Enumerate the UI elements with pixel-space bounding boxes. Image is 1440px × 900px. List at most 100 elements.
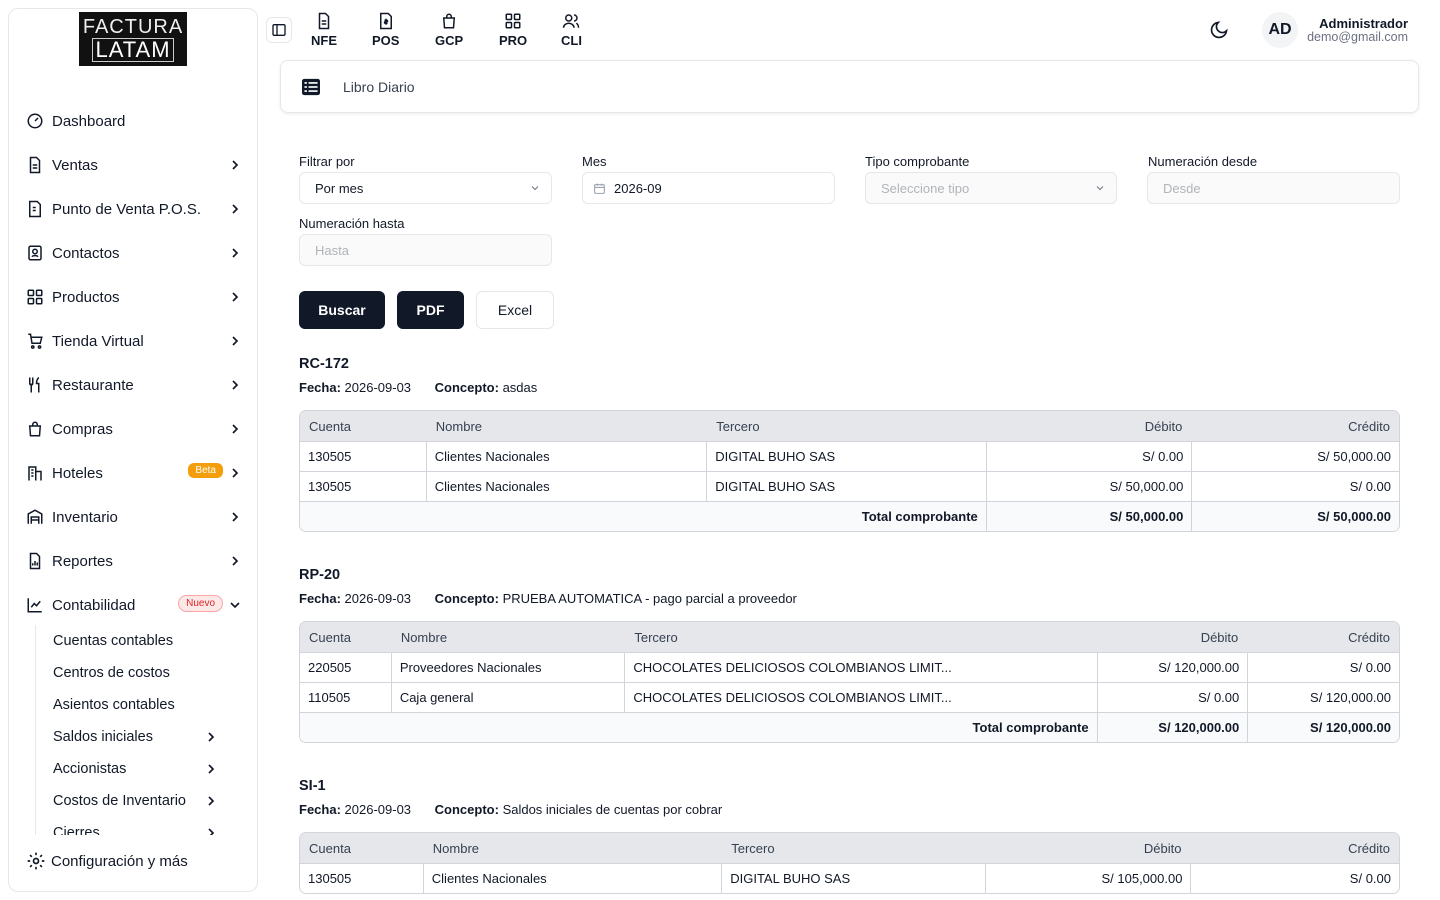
submenu-item-label: Saldos iniciales: [53, 729, 153, 745]
top-bar: NFE POS GCP PRO CLI AD Administrador dem…: [264, 0, 1440, 56]
concepto-label: Concepto:: [434, 591, 499, 606]
module-cli[interactable]: CLI: [561, 12, 582, 48]
filtrar-value: Por mes: [315, 180, 364, 196]
sidebar-toggle-button[interactable]: [266, 17, 292, 43]
entry-fecha: 2026-09-03: [344, 380, 412, 395]
sidebar-item-label: Contabilidad: [52, 596, 136, 614]
total-debito: S/ 50,000.00: [985, 501, 1192, 531]
hasta-input[interactable]: Hasta: [299, 234, 552, 266]
sidebar-item-dashboard[interactable]: Dashboard: [9, 99, 257, 143]
warehouse-icon: [26, 508, 44, 526]
app-logo[interactable]: FACTURA LATAM: [79, 12, 187, 66]
col-credito: Crédito: [1247, 622, 1399, 652]
desde-label: Numeración desde: [1148, 154, 1258, 169]
sidebar-item-contabilidad[interactable]: Contabilidad Nuevo: [9, 583, 257, 627]
filtrar-select[interactable]: Por mes: [299, 172, 552, 204]
sidebar-item-ventas[interactable]: Ventas: [9, 143, 257, 187]
total-row: Total comprobante S/ 50,000.00 S/ 50,000…: [300, 501, 1399, 531]
sidebar: FACTURA LATAM Dashboard Ventas Punto de …: [8, 8, 258, 892]
cell-credito: S/ 50,000.00: [1191, 441, 1399, 471]
cell-nombre: Proveedores Nacionales: [390, 652, 625, 682]
submenu-item-label: Cuentas contables: [53, 633, 174, 649]
total-label: Total comprobante: [300, 501, 986, 531]
cell-cuenta: 220505: [300, 652, 391, 682]
submenu-item-asientos-contables[interactable]: Asientos contables: [36, 689, 235, 721]
col-debito: Débito: [984, 833, 1191, 863]
desde-input[interactable]: Desde: [1147, 172, 1400, 204]
filtrar-label: Filtrar por: [299, 154, 355, 169]
document-icon: [26, 156, 44, 174]
sidebar-item-configuracion[interactable]: Configuración y más: [26, 851, 188, 871]
entry-concepto: asdas: [502, 380, 538, 395]
module-nfe[interactable]: NFE: [311, 12, 337, 48]
users-icon: [563, 14, 580, 28]
col-tercero: Tercero: [706, 411, 986, 441]
submenu-item-costos-de-inventario[interactable]: Costos de Inventario: [36, 785, 235, 817]
cell-debito: S/ 105,000.00: [984, 863, 1191, 893]
cell-credito: S/ 0.00: [1191, 471, 1399, 501]
module-pro[interactable]: PRO: [499, 12, 527, 48]
excel-button[interactable]: Excel: [476, 291, 554, 329]
submenu-item-label: Cierres: [53, 825, 100, 835]
desde-placeholder: Desde: [1163, 180, 1201, 196]
submenu-item-saldos-iniciales[interactable]: Saldos iniciales: [36, 721, 235, 753]
sidebar-item-label: Compras: [52, 420, 113, 438]
sidebar-item-productos[interactable]: Productos: [9, 275, 257, 319]
page-header: Libro Diario: [280, 60, 1419, 113]
submenu-item-cuentas-contables[interactable]: Cuentas contables: [36, 625, 235, 657]
pdf-button[interactable]: PDF: [397, 291, 464, 329]
gear-icon: [27, 852, 45, 870]
submenu-item-accionistas[interactable]: Accionistas: [36, 753, 235, 785]
submenu-item-cierres[interactable]: Cierres: [36, 817, 235, 835]
entry-meta: Fecha: 2026-09-03 Concepto: Saldos inici…: [299, 802, 1400, 817]
sidebar-item-compras[interactable]: Compras: [9, 407, 257, 451]
chevron-right-icon: [232, 512, 239, 522]
tipo-select[interactable]: Seleccione tipo: [865, 172, 1117, 204]
sidebar-item-reportes[interactable]: Reportes: [9, 539, 257, 583]
fecha-label: Fecha:: [299, 380, 341, 395]
sidebar-item-label: Restaurante: [52, 376, 134, 394]
chevron-down-icon: [531, 186, 539, 191]
cell-credito: S/ 120,000.00: [1247, 682, 1399, 712]
list-icon: [302, 78, 320, 95]
entry-meta: Fecha: 2026-09-03 Concepto: PRUEBA AUTOM…: [299, 591, 1400, 606]
chevron-right-icon: [232, 160, 239, 170]
tipo-label: Tipo comprobante: [865, 154, 970, 169]
avatar[interactable]: AD: [1262, 12, 1298, 48]
grid-icon: [26, 288, 44, 306]
submenu-item-label: Asientos contables: [53, 697, 175, 713]
submenu-item-centros-de-costos[interactable]: Centros de costos: [36, 657, 235, 689]
mes-value: 2026-09: [614, 180, 662, 196]
sidebar-item-contactos[interactable]: Contactos: [9, 231, 257, 275]
mes-label: Mes: [582, 154, 607, 169]
hasta-placeholder: Hasta: [315, 242, 349, 258]
sidebar-item-tienda-virtual[interactable]: Tienda Virtual: [9, 319, 257, 363]
receipt-icon: [26, 200, 44, 218]
user-name: Administrador: [1319, 16, 1408, 31]
col-nombre: Nombre: [422, 833, 722, 863]
moon-icon[interactable]: [1209, 20, 1229, 40]
chart-icon: [26, 596, 44, 614]
contacts-icon: [26, 244, 44, 262]
user-info[interactable]: Administrador demo@gmail.com: [1307, 17, 1408, 44]
sidebar-item-label: Dashboard: [52, 112, 126, 130]
cell-tercero: CHOCOLATES DELICIOSOS COLOMBIANOS LIMIT.…: [624, 682, 1097, 712]
buscar-button[interactable]: Buscar: [299, 291, 385, 329]
module-pos[interactable]: POS: [372, 12, 399, 48]
col-cuenta: Cuenta: [300, 622, 391, 652]
mes-input[interactable]: 2026-09: [582, 172, 835, 204]
sidebar-item-pos[interactable]: Punto de Venta P.O.S.: [9, 187, 257, 231]
sidebar-item-hoteles[interactable]: Hoteles Beta: [9, 451, 257, 495]
sidebar-item-inventario[interactable]: Inventario: [9, 495, 257, 539]
config-label: Configuración y más: [51, 852, 188, 870]
receipt-dollar-icon: [379, 12, 392, 30]
sidebar-item-restaurante[interactable]: Restaurante: [9, 363, 257, 407]
module-gcp[interactable]: GCP: [435, 12, 463, 48]
submenu-item-label: Accionistas: [53, 761, 127, 777]
cell-tercero: CHOCOLATES DELICIOSOS COLOMBIANOS LIMIT.…: [624, 652, 1097, 682]
table-header-row: Cuenta Nombre Tercero Débito Crédito: [300, 411, 1399, 441]
module-label: PRO: [499, 33, 528, 48]
entry-code: SI-1: [299, 778, 326, 794]
chevron-right-icon: [208, 828, 215, 835]
col-credito: Crédito: [1191, 411, 1399, 441]
